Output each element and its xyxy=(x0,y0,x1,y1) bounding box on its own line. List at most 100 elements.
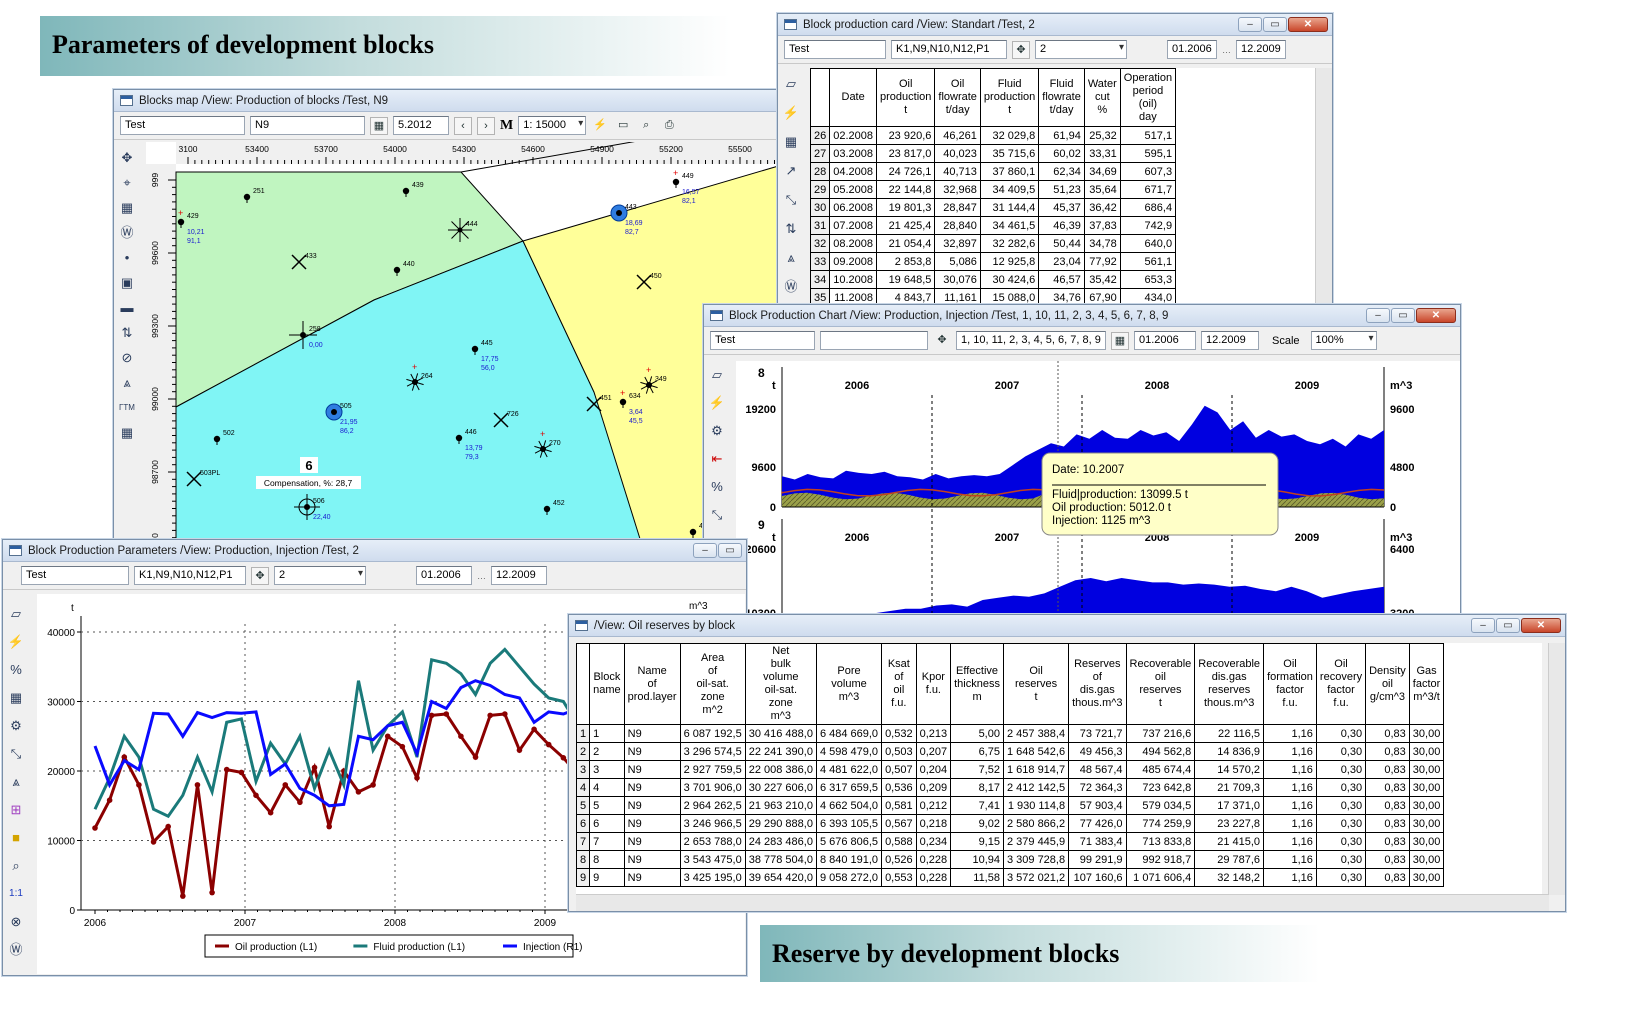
table-cell[interactable]: 1 xyxy=(589,724,625,743)
table-cell[interactable]: 28,840 xyxy=(934,216,981,235)
date-from-field[interactable]: 01.2006 xyxy=(1134,331,1196,350)
table-cell[interactable]: 32 029,8 xyxy=(979,126,1040,145)
table-cell[interactable]: 25,32 xyxy=(1083,126,1121,145)
lightning-icon[interactable]: ⚡ xyxy=(781,103,801,123)
lightning-icon[interactable]: ⚡ xyxy=(591,117,609,135)
table-cell[interactable]: 2 xyxy=(589,742,625,761)
table-cell[interactable]: 48 567,4 xyxy=(1068,760,1127,779)
table-cell[interactable]: 0,503 xyxy=(881,742,917,761)
car-icon[interactable]: ▬ xyxy=(117,298,137,318)
table-cell[interactable]: 2 xyxy=(576,742,591,761)
table-cell[interactable]: 23,04 xyxy=(1038,252,1085,271)
table-cell[interactable]: 99 291,9 xyxy=(1068,850,1127,869)
magnifier-icon[interactable]: ⌕ xyxy=(637,117,655,135)
table-cell[interactable]: 27 xyxy=(810,144,831,163)
table-cell[interactable]: 49 456,3 xyxy=(1068,742,1127,761)
table-cell[interactable]: 9 xyxy=(576,868,591,887)
table-icon[interactable]: ▦ xyxy=(117,198,137,218)
table-cell[interactable]: 0,30 xyxy=(1315,868,1367,887)
table-cell[interactable]: 3 309 728,8 xyxy=(1002,850,1070,869)
table-cell[interactable]: 0,209 xyxy=(915,778,952,797)
table-cell[interactable]: 0,212 xyxy=(915,796,952,815)
table-cell[interactable]: 1,16 xyxy=(1263,724,1317,743)
table-cell[interactable]: 46,261 xyxy=(934,126,981,145)
maximize-button[interactable]: ▭ xyxy=(1263,17,1287,32)
table-cell[interactable]: 1 618 914,7 xyxy=(1002,760,1070,779)
table-cell[interactable]: N9 xyxy=(623,742,681,761)
table-cell[interactable]: 40,713 xyxy=(934,162,981,181)
column-header[interactable]: Reserves of dis.gas thous.m^3 xyxy=(1068,643,1127,725)
table-cell[interactable]: 24 283 486,0 xyxy=(744,832,817,851)
table-row[interactable]: 32 08.2008 21 054,4 32,897 32 282,6 50,44 34,7… xyxy=(810,234,1177,253)
grid-toggle-icon[interactable]: ⊞ xyxy=(6,800,26,820)
table-cell[interactable]: 2 379 445,9 xyxy=(1002,832,1070,851)
table-cell[interactable]: 73 721,7 xyxy=(1068,724,1127,743)
table-cell[interactable]: 14 836,9 xyxy=(1194,742,1265,761)
table-cell[interactable]: 5 xyxy=(576,796,591,815)
blocks-field[interactable]: 1, 10, 11, 2, 3, 4, 5, 6, 7, 8, 9 xyxy=(956,331,1106,350)
table-cell[interactable]: 0,83 xyxy=(1365,868,1410,887)
table-cell[interactable]: 21 425,4 xyxy=(876,216,936,235)
table-cell[interactable]: 8,17 xyxy=(950,778,1004,797)
table-cell[interactable]: 12 925,8 xyxy=(979,252,1040,271)
table-cell[interactable]: 774 259,9 xyxy=(1125,814,1196,833)
column-header[interactable]: Name of prod.layer xyxy=(623,643,681,725)
table-cell[interactable]: 2 457 388,4 xyxy=(1002,724,1070,743)
table-cell[interactable]: 1 xyxy=(576,724,591,743)
table-cell[interactable]: 0,30 xyxy=(1315,832,1367,851)
table-cell[interactable]: 2 964 262,5 xyxy=(679,796,746,815)
table-cell[interactable]: 723 642,8 xyxy=(1125,778,1196,797)
production-chart-canvas[interactable]: 8t m^32006 2007 2008 20099t m^32006 2007 2008 20… xyxy=(736,361,1460,623)
table-cell[interactable]: 46,57 xyxy=(1038,270,1085,289)
folder-icon[interactable]: ▭ xyxy=(614,117,632,135)
table-cell[interactable]: 0,30 xyxy=(1315,742,1367,761)
table-cell[interactable]: 7 xyxy=(576,832,591,851)
table-cell[interactable]: 29 290 888,0 xyxy=(744,814,817,833)
table-cell[interactable]: 34,78 xyxy=(1083,234,1121,253)
table-cell[interactable]: 8 xyxy=(589,850,625,869)
table-row[interactable]: 5 5 N9 2 964 262,5 21 963 210,0 4 662 504,0 0,… xyxy=(576,796,1445,815)
table-cell[interactable]: 22 241 390,0 xyxy=(744,742,817,761)
calendar-icon[interactable]: ▦ xyxy=(1111,331,1129,350)
w-icon[interactable]: Ⓦ xyxy=(6,940,26,960)
table-row[interactable]: 8 8 N9 3 543 475,0 38 778 504,0 8 840 191,0 0,… xyxy=(576,850,1445,869)
percent-icon[interactable]: % xyxy=(6,660,26,680)
close-button[interactable]: ✕ xyxy=(1288,17,1328,32)
table-row[interactable]: 4 4 N9 3 701 906,0 30 227 606,0 6 317 659,5 0,… xyxy=(576,778,1445,797)
table-cell[interactable]: 2 853,8 xyxy=(876,252,936,271)
table-cell[interactable]: 61,94 xyxy=(1038,126,1085,145)
table-cell[interactable]: N9 xyxy=(623,832,681,851)
gtm-icon[interactable]: ГТМ xyxy=(117,398,137,418)
table-cell[interactable]: 1 930 114,8 xyxy=(1002,796,1070,815)
table-cell[interactable]: 1 071 606,4 xyxy=(1125,868,1196,887)
table-cell[interactable]: 21 963 210,0 xyxy=(744,796,817,815)
table-cell[interactable]: 02.2008 xyxy=(829,126,878,145)
table-cell[interactable]: 686,4 xyxy=(1119,198,1177,217)
table-cell[interactable]: 1,16 xyxy=(1263,796,1317,815)
minimize-button[interactable]: – xyxy=(1366,308,1390,323)
table-cell[interactable]: 0,228 xyxy=(915,850,952,869)
table-cell[interactable]: 3 296 574,5 xyxy=(679,742,746,761)
table-cell[interactable]: 10.2008 xyxy=(829,270,878,289)
lightning-icon[interactable]: ⚡ xyxy=(707,393,727,413)
table-cell[interactable]: 0,83 xyxy=(1365,814,1410,833)
table-cell[interactable]: 3 246 966,5 xyxy=(679,814,746,833)
table-cell[interactable]: 5 676 806,5 xyxy=(815,832,883,851)
table-cell[interactable]: 742,9 xyxy=(1119,216,1177,235)
blocks-map-canvas[interactable]: 3100 53400 53700 54000 54300 54600 54900 55200 5… xyxy=(146,142,792,558)
minimize-button[interactable]: – xyxy=(1238,17,1262,32)
table-cell[interactable]: 1,16 xyxy=(1263,760,1317,779)
table-cell[interactable]: 34 xyxy=(810,270,831,289)
vertical-scrollbar[interactable] xyxy=(1315,68,1332,308)
table-cell[interactable]: 29 787,6 xyxy=(1194,850,1265,869)
table-cell[interactable]: 22 008 386,0 xyxy=(744,760,817,779)
table-icon[interactable]: ▦ xyxy=(6,688,26,708)
column-header[interactable]: Kpor f.u. xyxy=(915,643,952,725)
move-icon[interactable]: ✥ xyxy=(1012,40,1030,59)
table-cell[interactable]: 1,16 xyxy=(1263,814,1317,833)
table-cell[interactable]: 1,16 xyxy=(1263,742,1317,761)
table-cell[interactable]: 45,37 xyxy=(1038,198,1085,217)
close-button[interactable]: ✕ xyxy=(1416,308,1456,323)
object-field[interactable]: Test xyxy=(120,116,245,135)
table-cell[interactable]: 713 833,8 xyxy=(1125,832,1196,851)
